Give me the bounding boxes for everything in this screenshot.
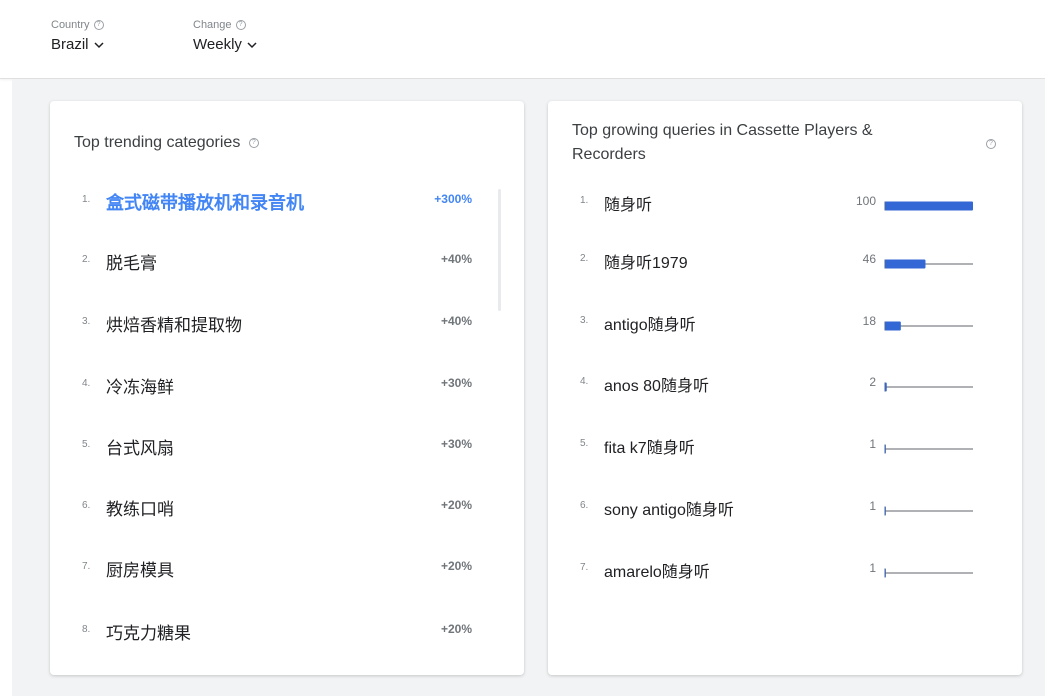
chevron-down-icon [247, 41, 257, 48]
change-dropdown[interactable]: Weekly [193, 36, 258, 53]
query-row[interactable]: 2. 随身听1979 46 [548, 244, 1022, 274]
category-name: 冷冻海鲜 [106, 378, 174, 397]
category-rank: 6. [82, 500, 91, 511]
bar-fill [885, 568, 886, 578]
query-text: antigo随身听 [604, 317, 696, 334]
query-rank: 2. [580, 253, 589, 264]
query-rank: 3. [580, 315, 589, 326]
category-row[interactable]: 8. 巧克力糖果 +20% [50, 616, 524, 646]
category-change: +20% [440, 498, 472, 512]
query-bar [884, 201, 973, 211]
category-rank: 8. [82, 624, 91, 635]
card-title: Top trending categories [74, 134, 241, 151]
category-rank: 7. [82, 561, 91, 572]
content-area: Top trending categories ? 1. 盒式磁带播放机和录音机 +… [12, 79, 1045, 696]
category-name: 教练口哨 [106, 500, 174, 519]
category-change: +20% [440, 622, 472, 636]
country-value: Brazil [51, 36, 89, 53]
category-change: +20% [440, 559, 472, 573]
filter-bar: Country ? Brazil Change ? Weekly [0, 0, 1045, 79]
query-text: sony antigo随身听 [604, 502, 734, 519]
category-row[interactable]: 7. 厨房模具 +20% [50, 553, 524, 583]
category-change: +30% [440, 437, 472, 451]
category-name: 烘焙香精和提取物 [106, 316, 242, 335]
category-name: 台式风扇 [106, 439, 174, 458]
bar-fill [885, 259, 926, 269]
category-name: 巧克力糖果 [106, 624, 191, 643]
card-title: Top growing queries in Cassette Players … [572, 122, 873, 163]
help-icon[interactable]: ? [986, 139, 996, 149]
query-row[interactable]: 4. anos 80随身听 2 [548, 367, 1022, 397]
category-change: +40% [440, 314, 472, 328]
category-name: 脱毛膏 [106, 254, 157, 273]
change-value: Weekly [193, 36, 242, 53]
category-rank: 2. [82, 254, 91, 265]
query-value: 1 [869, 561, 876, 575]
category-row[interactable]: 3. 烘焙香精和提取物 +40% [50, 308, 524, 338]
category-row[interactable]: 5. 台式风扇 +30% [50, 431, 524, 461]
query-text: 随身听 [604, 197, 653, 214]
query-bar [884, 568, 973, 578]
category-rank: 4. [82, 378, 91, 389]
query-value: 1 [869, 499, 876, 513]
category-rank: 3. [82, 316, 91, 327]
bar-fill [885, 382, 887, 392]
category-rank: 5. [82, 439, 91, 450]
query-row[interactable]: 5. fita k7随身听 1 [548, 429, 1022, 459]
category-row[interactable]: 4. 冷冻海鲜 +30% [50, 370, 524, 400]
query-rank: 4. [580, 376, 589, 387]
query-value: 2 [869, 375, 876, 389]
bar-fill [885, 506, 886, 516]
query-rank: 1. [580, 195, 589, 206]
query-text: anos 80随身听 [604, 378, 709, 395]
query-row[interactable]: 3. antigo随身听 18 [548, 306, 1022, 336]
category-rank: 1. [82, 194, 91, 205]
help-icon[interactable]: ? [93, 20, 104, 30]
category-change: +30% [440, 376, 472, 390]
chevron-down-icon [93, 41, 104, 48]
category-name: 盒式磁带播放机和录音机 [106, 193, 304, 213]
country-filter-label: Country [51, 19, 90, 31]
growing-queries-card: Top growing queries in Cassette Players … [548, 101, 1022, 675]
change-filter-label: Change [193, 19, 232, 31]
category-row[interactable]: 6. 教练口哨 +20% [50, 492, 524, 522]
query-bar [884, 506, 973, 516]
help-icon[interactable]: ? [248, 137, 259, 148]
country-filter[interactable]: Country ? Brazil [51, 19, 105, 53]
category-row[interactable]: 2. 脱毛膏 +40% [50, 246, 524, 276]
query-bar [884, 321, 973, 331]
query-value: 100 [855, 194, 876, 208]
query-rank: 5. [580, 438, 589, 449]
bar-fill [885, 444, 886, 454]
query-bar [884, 382, 973, 392]
query-rank: 6. [580, 500, 589, 511]
category-change: +300% [434, 192, 472, 206]
query-value: 46 [862, 252, 876, 266]
query-row[interactable]: 6. sony antigo随身听 1 [548, 491, 1022, 521]
country-dropdown[interactable]: Brazil [51, 36, 105, 53]
category-name: 厨房模具 [106, 561, 174, 580]
query-value: 1 [869, 437, 876, 451]
help-icon[interactable]: ? [235, 20, 246, 30]
trending-categories-card: Top trending categories ? 1. 盒式磁带播放机和录音机 +… [50, 101, 524, 675]
bar-fill [885, 201, 973, 211]
query-bar [884, 259, 973, 269]
query-row[interactable]: 1. 随身听 100 [548, 186, 1022, 216]
query-value: 18 [862, 314, 876, 328]
category-row[interactable]: 1. 盒式磁带播放机和录音机 +300% [50, 186, 524, 216]
query-rank: 7. [580, 562, 589, 573]
category-change: +40% [440, 252, 472, 266]
query-text: fita k7随身听 [604, 440, 695, 457]
change-filter[interactable]: Change ? Weekly [193, 19, 258, 53]
query-text: 随身听1979 [604, 255, 688, 272]
query-text: amarelo随身听 [604, 564, 710, 581]
bar-fill [885, 321, 901, 331]
query-row[interactable]: 7. amarelo随身听 1 [548, 553, 1022, 583]
query-bar [884, 444, 973, 454]
